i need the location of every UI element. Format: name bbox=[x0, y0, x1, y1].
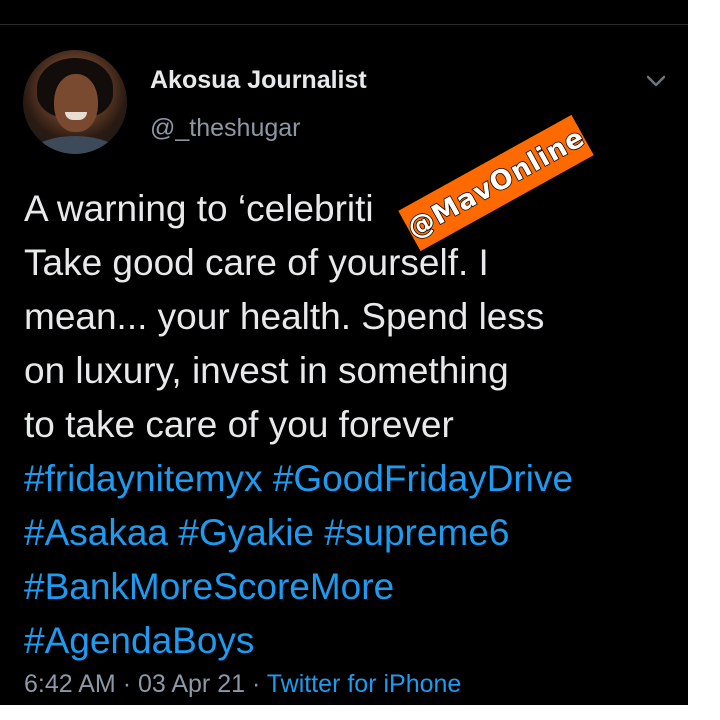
avatar[interactable] bbox=[23, 50, 127, 154]
hashtag-link[interactable]: #AgendaBoys bbox=[24, 620, 254, 661]
hashtag-link[interactable]: #BankMoreScoreMore bbox=[24, 566, 394, 607]
chevron-down-icon[interactable] bbox=[640, 70, 672, 92]
hashtag-link[interactable]: #supreme6 bbox=[324, 512, 509, 553]
author-handle[interactable]: @_theshugar bbox=[150, 114, 300, 143]
tweet-source-link[interactable]: Twitter for iPhone bbox=[267, 670, 462, 698]
hashtag-link[interactable]: #Asakaa bbox=[24, 512, 168, 553]
top-divider bbox=[0, 24, 688, 25]
meta-separator: · bbox=[122, 670, 132, 698]
hashtag-link[interactable]: #Gyakie bbox=[178, 512, 314, 553]
tweet-text-line: A warning to ‘celebriti bbox=[24, 188, 374, 229]
tweet-date: 03 Apr 21 bbox=[137, 670, 245, 698]
hashtag-line: #fridaynitemyx #GoodFridayDrive bbox=[24, 452, 664, 506]
tweet-text-line: to take care of you forever bbox=[24, 404, 454, 445]
tweet-text: A warning to ‘celebriti Take good care o… bbox=[24, 182, 664, 668]
hashtag-line: #BankMoreScoreMore bbox=[24, 560, 664, 614]
meta-separator: · bbox=[251, 670, 261, 698]
tweet-time: 6:42 AM bbox=[24, 670, 116, 698]
tweet-text-line: mean... your health. Spend less bbox=[24, 296, 545, 337]
avatar-face bbox=[54, 74, 98, 132]
tweet-card: Akosua Journalist @_theshugar A warning … bbox=[0, 0, 688, 705]
author-display-name[interactable]: Akosua Journalist bbox=[150, 66, 367, 95]
tweet-text-line: on luxury, invest in something bbox=[24, 350, 509, 391]
hashtag-line: #Asakaa #Gyakie #supreme6 bbox=[24, 506, 664, 560]
hashtag-link[interactable]: #GoodFridayDrive bbox=[273, 458, 573, 499]
avatar-shoulders bbox=[29, 136, 121, 154]
hashtag-line: #AgendaBoys bbox=[24, 614, 664, 668]
tweet-text-line: Take good care of yourself. I bbox=[24, 242, 489, 283]
hashtag-link[interactable]: #fridaynitemyx bbox=[24, 458, 263, 499]
tweet-metadata: 6:42 AM · 03 Apr 21 · Twitter for iPhone bbox=[24, 670, 461, 699]
